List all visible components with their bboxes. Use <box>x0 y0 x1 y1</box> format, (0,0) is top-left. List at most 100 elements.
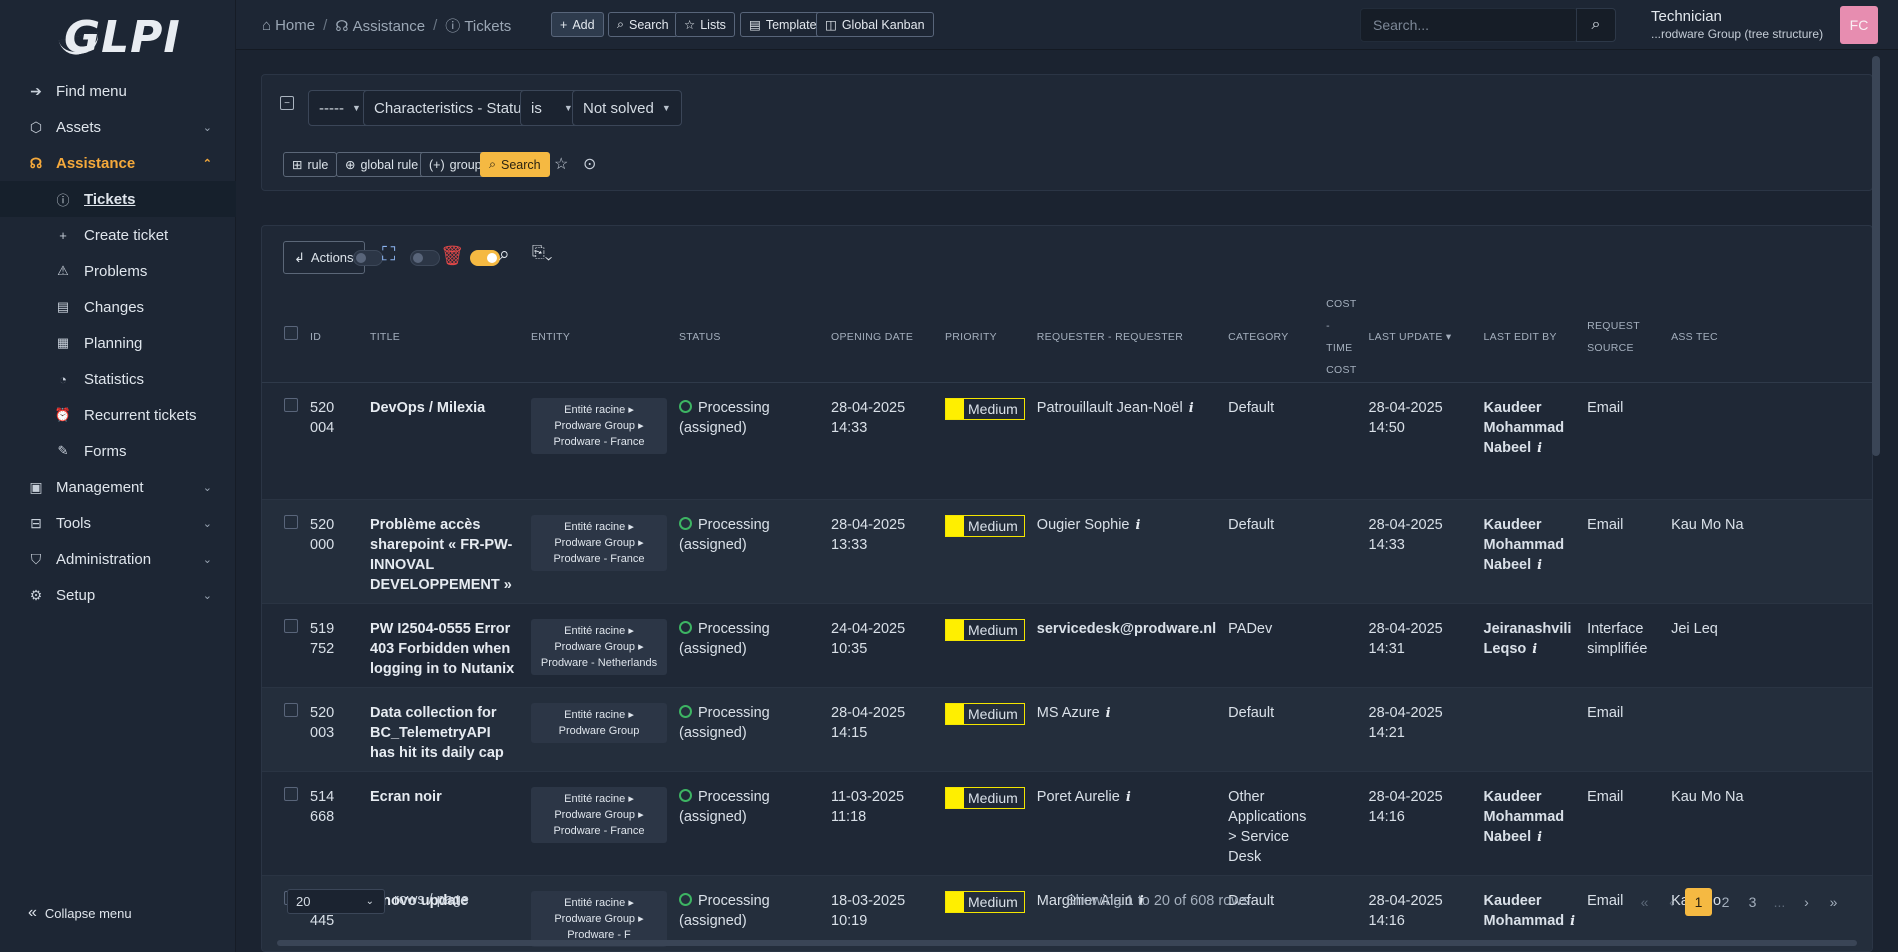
last-edit-by[interactable]: Kaudeer Mohammad Nabeel <box>1484 789 1565 845</box>
rows-per-page-select[interactable]: 20 ⌄ <box>287 889 385 914</box>
breadcrumb-home[interactable]: ⌂ Home <box>262 17 315 34</box>
search-icon[interactable]: ⌕ <box>499 244 510 266</box>
info-icon[interactable]: i <box>1136 518 1141 533</box>
info-icon[interactable]: i <box>1537 830 1542 845</box>
reset-search-icon[interactable]: ⊙ <box>583 154 596 174</box>
info-icon[interactable]: i <box>1532 642 1537 657</box>
save-search-star-icon[interactable]: ☆ <box>554 154 568 174</box>
sidebar-item-create-ticket[interactable]: + Create ticket <box>0 217 236 253</box>
vertical-scrollbar[interactable] <box>1872 56 1880 456</box>
trash-icon[interactable]: 🗑 <box>440 244 464 268</box>
add-global-rule-button[interactable]: ⊕ global rule <box>336 152 428 177</box>
sidebar-item-statistics[interactable]: ◔ Statistics <box>0 361 236 397</box>
search-button[interactable]: ⌕ Search <box>608 12 678 37</box>
lists-button[interactable]: ☆ Lists <box>675 12 735 37</box>
row-checkbox[interactable] <box>284 618 298 633</box>
fold-criteria-icon[interactable]: − <box>280 96 294 110</box>
sidebar-item-setup[interactable]: ⚙ Setup ⌄ <box>0 577 236 613</box>
column-header[interactable]: ENTITY <box>525 292 673 383</box>
column-header[interactable]: TITLE <box>364 292 525 383</box>
sidebar-item-recurrent-tickets[interactable]: ⏰ Recurrent tickets <box>0 397 236 433</box>
sidebar-item-tickets[interactable]: ⓘ Tickets <box>0 181 236 217</box>
column-header[interactable]: LAST EDIT BY <box>1477 292 1582 383</box>
sidebar-item-tools[interactable]: ⊟ Tools ⌄ <box>0 505 236 541</box>
sidebar-item-management[interactable]: ▣ Management ⌄ <box>0 469 236 505</box>
collapse-menu-button[interactable]: « Collapse menu <box>28 904 132 922</box>
breadcrumb-assistance[interactable]: ☊ Assistance <box>335 17 425 35</box>
page-number[interactable]: 2 <box>1712 888 1739 916</box>
info-icon[interactable]: i <box>1106 706 1111 721</box>
sidebar-item-forms[interactable]: ✎ Forms <box>0 433 236 469</box>
ticket-title-link[interactable]: Problème accès sharepoint « FR-PW-INNOVA… <box>364 499 525 604</box>
last-page-icon[interactable]: » <box>1820 888 1847 916</box>
find-menu-item[interactable]: ➔ Find menu <box>0 73 236 109</box>
ticket-title-link[interactable]: PW I2504-0555 Error 403 Forbidden when l… <box>364 603 525 688</box>
ticket-title-link[interactable]: Data collection for BC_TelemetryAPI has … <box>364 687 525 772</box>
sidebar-item-assets[interactable]: ⬡ Assets ⌄ <box>0 109 236 145</box>
row-checkbox[interactable] <box>284 702 298 717</box>
map-icon[interactable]: ⛶ <box>382 244 395 266</box>
table-row[interactable]: 519 752 PW I2504-0555 Error 403 Forbidde… <box>262 603 1872 688</box>
column-header[interactable]: CATEGORY <box>1222 292 1321 383</box>
global-kanban-button[interactable]: ◫ Global Kanban <box>816 12 934 37</box>
column-header[interactable]: OPENING DATE <box>825 292 939 383</box>
last-edit-by[interactable]: Kaudeer Mohammad Nabeel <box>1484 400 1565 456</box>
add-button[interactable]: + Add <box>551 12 604 37</box>
user-profile[interactable]: Technician ...rodware Group (tree struct… <box>1651 8 1823 41</box>
last-edit-by[interactable]: Jeiranashvili Leqso <box>1484 621 1572 657</box>
sidebar-item-assistance[interactable]: ☊ Assistance ⌃ <box>0 145 236 181</box>
sidebar-item-changes[interactable]: ▤ Changes <box>0 289 236 325</box>
info-icon[interactable]: i <box>1126 790 1131 805</box>
row-checkbox[interactable] <box>284 514 298 529</box>
row-select-cell[interactable] <box>262 382 304 500</box>
table-row[interactable]: 514 668 Ecran noir Entité racine ▸ Prodwa… <box>262 771 1872 876</box>
global-search-input[interactable]: Search... <box>1360 8 1578 42</box>
column-header[interactable]: STATUS <box>673 292 825 383</box>
column-header[interactable]: REQUEST SOURCE <box>1581 292 1666 383</box>
horizontal-scrollbar[interactable] <box>277 940 1857 946</box>
table-row[interactable]: 520 003 Data collection for BC_Telemetry… <box>262 687 1872 772</box>
info-icon[interactable]: i <box>1189 401 1194 416</box>
requester-name[interactable]: servicedesk@prodware.nl <box>1037 621 1216 637</box>
row-checkbox[interactable] <box>284 786 298 801</box>
column-header[interactable]: PRIORITY <box>939 292 1031 383</box>
sidebar-item-problems[interactable]: ⚠ Problems <box>0 253 236 289</box>
page-number-current[interactable]: 1 <box>1685 888 1712 916</box>
ticket-title-link[interactable]: DevOps / Milexia <box>364 382 525 500</box>
sidebar-item-planning[interactable]: ▦ Planning <box>0 325 236 361</box>
table-row[interactable]: 520 000 Problème accès sharepoint « FR-P… <box>262 499 1872 604</box>
map-toggle[interactable] <box>353 250 383 266</box>
row-select-cell[interactable] <box>262 603 304 688</box>
header-select-all[interactable] <box>262 292 304 383</box>
table-row[interactable]: 520 004 DevOps / Milexia Entité racine ▸… <box>262 382 1872 500</box>
row-checkbox[interactable] <box>284 397 298 412</box>
export-file-icon[interactable]: ⎘⌄ <box>532 244 552 262</box>
search-preview-toggle[interactable] <box>470 250 500 266</box>
previous-page-icon[interactable]: ‹ <box>1658 888 1685 916</box>
global-search-button[interactable]: ⌕ <box>1576 8 1616 42</box>
info-icon[interactable]: i <box>1537 441 1542 456</box>
info-icon[interactable]: i <box>1537 558 1542 573</box>
select-all-checkbox[interactable] <box>284 325 298 340</box>
trash-toggle[interactable] <box>410 250 440 266</box>
sidebar-item-administration[interactable]: ⛉ Administration ⌄ <box>0 541 236 577</box>
run-search-button[interactable]: ⌕ Search <box>480 152 550 177</box>
column-header-sorted[interactable]: LAST UPDATE ▾ <box>1362 292 1478 383</box>
next-page-icon[interactable]: › <box>1793 888 1820 916</box>
requester-name[interactable]: Ougier Sophie <box>1037 517 1130 533</box>
requester-name[interactable]: MS Azure <box>1037 705 1100 721</box>
requester-name[interactable]: Patrouillault Jean-Noël <box>1037 400 1183 416</box>
criteria-value-select[interactable]: Not solved ▼ <box>572 90 682 126</box>
column-header[interactable]: ASS TEC <box>1665 292 1872 383</box>
row-select-cell[interactable] <box>262 499 304 604</box>
requester-name[interactable]: Poret Aurelie <box>1037 789 1120 805</box>
column-header[interactable]: COST - TIME COST <box>1320 292 1363 383</box>
last-edit-by[interactable]: Kaudeer Mohammad Nabeel <box>1484 517 1565 573</box>
breadcrumb-tickets[interactable]: ⓘ Tickets <box>445 15 511 36</box>
add-rule-button[interactable]: ⊞ rule <box>283 152 338 177</box>
row-select-cell[interactable] <box>262 771 304 876</box>
first-page-icon[interactable]: « <box>1631 888 1658 916</box>
column-header[interactable]: ID <box>304 292 364 383</box>
row-select-cell[interactable] <box>262 687 304 772</box>
avatar[interactable]: FC <box>1840 6 1878 44</box>
